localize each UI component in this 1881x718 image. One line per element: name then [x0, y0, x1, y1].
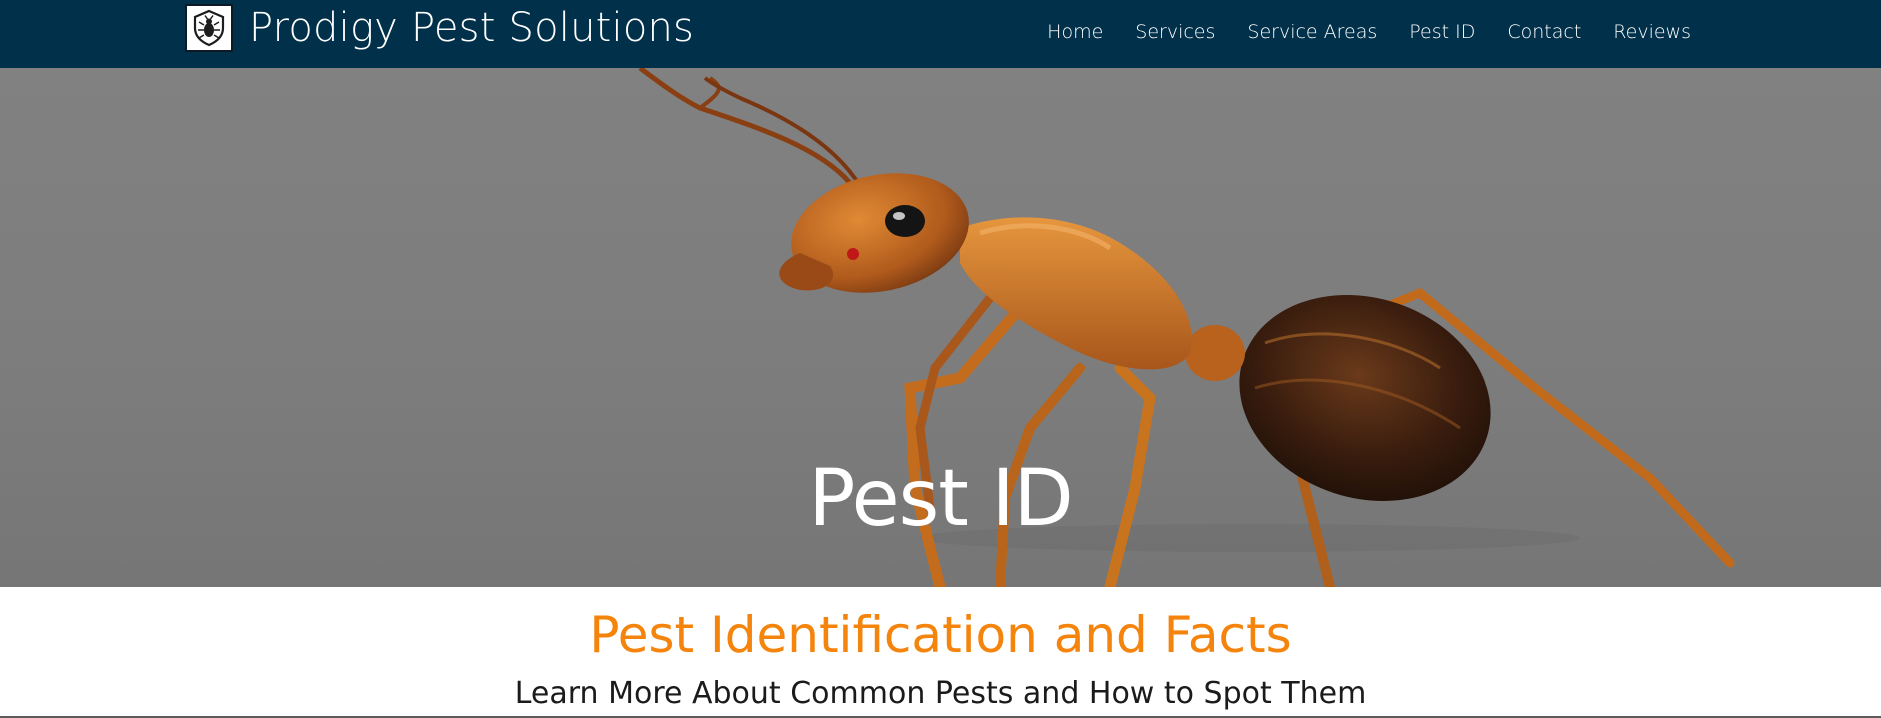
- main-nav: Home Services Service Areas Pest ID Cont…: [1047, 18, 1691, 46]
- brand-name[interactable]: Prodigy Pest Solutions: [249, 4, 694, 52]
- nav-item-home[interactable]: Home: [1047, 21, 1103, 43]
- top-navbar: Prodigy Pest Solutions Home Services Ser…: [0, 0, 1881, 68]
- shield-bug-icon: [193, 9, 225, 47]
- hero-banner: Pest ID: [0, 68, 1881, 587]
- nav-item-service-areas[interactable]: Service Areas: [1247, 21, 1377, 43]
- section-title: Pest Identification and Facts: [589, 606, 1292, 664]
- nav-item-reviews[interactable]: Reviews: [1613, 21, 1691, 43]
- nav-item-pest-id[interactable]: Pest ID: [1409, 21, 1475, 43]
- nav-item-services[interactable]: Services: [1135, 21, 1215, 43]
- site-logo[interactable]: [185, 4, 233, 52]
- nav-item-contact[interactable]: Contact: [1507, 21, 1581, 43]
- hero-title: Pest ID: [808, 454, 1073, 544]
- section-subtitle: Learn More About Common Pests and How to…: [514, 676, 1367, 711]
